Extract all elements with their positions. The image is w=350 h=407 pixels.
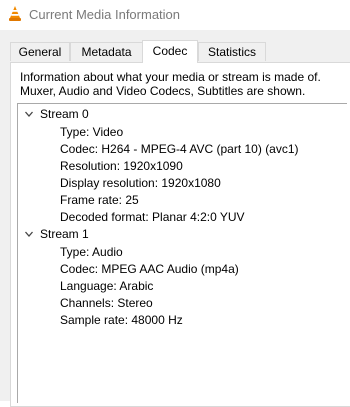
stream-property: Resolution: 1920x1090 — [60, 159, 183, 173]
description-line-1: Information about what your media or str… — [20, 70, 321, 84]
stream-label: Stream 1 — [40, 227, 89, 241]
stream-property: Codec: H264 - MPEG-4 AVC (part 10) (avc1… — [60, 142, 299, 156]
stream-property: Type: Audio — [60, 245, 123, 259]
tab-statistics[interactable]: Statistics — [198, 42, 266, 61]
stream-tree[interactable]: Stream 0 Type: Video Codec: H264 - MPEG-… — [17, 103, 347, 403]
tab-codec[interactable]: Codec — [142, 40, 198, 63]
window-title: Current Media Information — [29, 7, 181, 22]
stream-property: Type: Video — [60, 125, 124, 139]
tree-node-stream-0[interactable]: Stream 0 — [18, 106, 218, 122]
stream-property: Display resolution: 1920x1080 — [60, 176, 221, 190]
stream-property: Frame rate: 25 — [60, 193, 139, 207]
stream-property: Language: Arabic — [60, 279, 154, 293]
tree-node-stream-1[interactable]: Stream 1 — [18, 226, 218, 242]
stream-property: Codec: MPEG AAC Audio (mp4a) — [60, 262, 239, 276]
chevron-down-icon[interactable] — [24, 109, 34, 119]
stream-property: Channels: Stereo — [60, 296, 153, 310]
media-info-dialog: General Metadata Codec Statistics Inform… — [0, 30, 350, 407]
codec-panel: Information about what your media or str… — [10, 62, 350, 407]
chevron-down-icon[interactable] — [24, 229, 34, 239]
tab-metadata[interactable]: Metadata — [70, 42, 143, 61]
vlc-cone-icon — [9, 6, 21, 21]
title-bar: Current Media Information — [0, 0, 350, 30]
stream-property: Decoded format: Planar 4:2:0 YUV — [60, 210, 245, 224]
stream-property: Sample rate: 48000 Hz — [60, 313, 183, 327]
codec-description: Information about what your media or str… — [20, 70, 321, 98]
description-line-2: Muxer, Audio and Video Codecs, Subtitles… — [20, 84, 306, 98]
tab-general[interactable]: General — [10, 42, 70, 61]
stream-label: Stream 0 — [40, 107, 89, 121]
